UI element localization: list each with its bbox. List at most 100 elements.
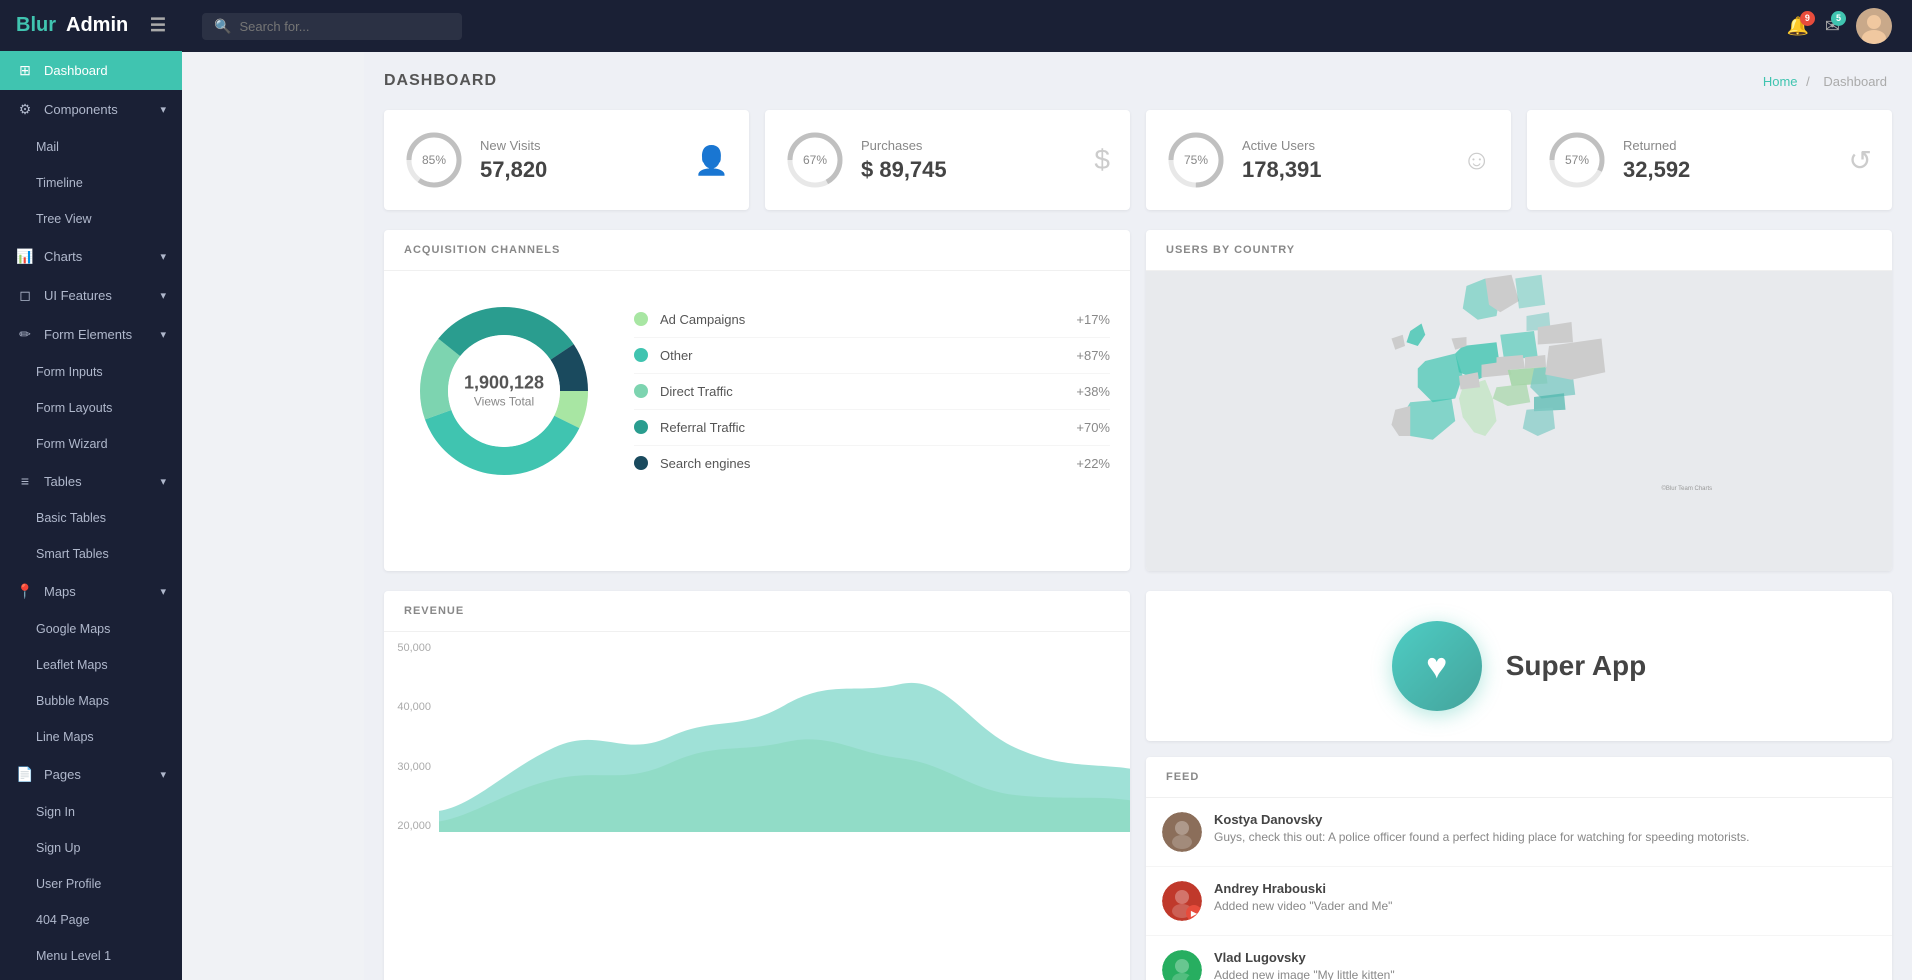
topbar: 🔍 🔔 9 ✉ 5 (182, 0, 1912, 52)
legend-pct: +87% (1076, 348, 1110, 363)
sidebar-item-timeline[interactable]: Timeline (0, 165, 182, 201)
stat-circle-new-visits: 85% (404, 130, 464, 190)
sidebar-item-menu-level-1[interactable]: Menu Level 1 (0, 938, 182, 974)
legend-item: Search engines +22% (634, 446, 1110, 481)
sidebar-item-tables[interactable]: ≡ Tables ▾ (0, 462, 182, 500)
sidebar-item-label: Menu Level 1 (36, 949, 111, 963)
topbar-actions: 🔔 9 ✉ 5 (1786, 8, 1892, 44)
search-box[interactable]: 🔍 (202, 13, 462, 40)
sidebar-item-charts[interactable]: 📊 Charts ▾ (0, 237, 182, 276)
breadcrumb-separator: / (1806, 74, 1810, 89)
breadcrumb-home[interactable]: Home (1763, 74, 1798, 89)
y-label-50k: 50,000 (384, 642, 431, 654)
right-bottom-col: ♥ Super App FEED Kostya Danovsky Guys, c… (1146, 591, 1892, 980)
map-body: ©Blur Team Charts (1146, 271, 1892, 571)
sidebar-item-sign-in[interactable]: Sign In (0, 794, 182, 830)
sidebar-item-components[interactable]: ⚙ Components ▾ (0, 90, 182, 129)
stat-card-active-users: 75% Active Users 178,391 ☺ (1146, 110, 1511, 210)
super-app-icon: ♥ (1392, 621, 1482, 711)
sidebar-item-form-inputs[interactable]: Form Inputs (0, 354, 182, 390)
feed-avatar[interactable]: ▶ (1162, 881, 1202, 921)
sidebar-item-ui-features[interactable]: ◻ UI Features ▾ (0, 276, 182, 315)
chevron-down-icon: ▾ (160, 250, 166, 263)
sidebar-item-label: Dashboard (44, 63, 108, 78)
avatar-image (1856, 8, 1892, 44)
logo-admin: Admin (66, 14, 128, 37)
stat-card-new-visits: 85% New Visits 57,820 👤 (384, 110, 749, 210)
sidebar-item-form-elements[interactable]: ✏ Form Elements ▾ (0, 315, 182, 354)
y-label-30k: 30,000 (384, 761, 431, 773)
super-app-card: ♥ Super App (1146, 591, 1892, 741)
bottom-section: REVENUE 50,000 40,000 30,000 20,000 (384, 591, 1892, 980)
feed-badge: ▶ (1186, 905, 1202, 921)
sidebar-item-user-profile[interactable]: User Profile (0, 866, 182, 902)
sidebar-item-label: Smart Tables (36, 547, 109, 561)
sidebar-item-leaflet-maps[interactable]: Leaflet Maps (0, 647, 182, 683)
feed-avatar[interactable] (1162, 812, 1202, 852)
sidebar-item-google-maps[interactable]: Google Maps (0, 611, 182, 647)
sidebar-item-sign-up[interactable]: Sign Up (0, 830, 182, 866)
stat-icon-purchases: $ (1094, 144, 1110, 176)
stat-value: 57,820 (480, 157, 678, 183)
pages-submenu: Sign In Sign Up User Profile 404 Page Me… (0, 794, 182, 974)
stat-icon-returned: ↺ (1849, 144, 1872, 177)
acquisition-legend: Ad Campaigns +17% Other +87% Direct Traf… (634, 302, 1110, 481)
sidebar-item-pages[interactable]: 📄 Pages ▾ (0, 755, 182, 794)
sidebar-item-form-layouts[interactable]: Form Layouts (0, 390, 182, 426)
sidebar-item-maps[interactable]: 📍 Maps ▾ (0, 572, 182, 611)
notification-button[interactable]: 🔔 9 (1786, 16, 1808, 37)
stat-info-active-users: Active Users 178,391 (1242, 138, 1446, 183)
search-input[interactable] (239, 19, 450, 34)
feed-list: Kostya Danovsky Guys, check this out: A … (1146, 798, 1892, 980)
search-icon: 🔍 (214, 18, 231, 35)
legend-dot (634, 456, 648, 470)
menu-hamburger-icon[interactable]: ☰ (150, 15, 166, 36)
stat-info-returned: Returned 32,592 (1623, 138, 1833, 183)
main-content: DASHBOARD Home / Dashboard 85% New Visit… (364, 52, 1912, 980)
stat-info-purchases: Purchases $ 89,745 (861, 138, 1078, 183)
tables-submenu: Basic Tables Smart Tables (0, 500, 182, 572)
feed-user-name: Vlad Lugovsky (1214, 950, 1395, 965)
sidebar-item-label: Form Layouts (36, 401, 112, 415)
sidebar-logo: BlurAdmin ☰ (0, 0, 182, 51)
ui-features-icon: ◻ (16, 287, 34, 304)
acquisition-card: ACQUISITION CHANNELS (384, 230, 1130, 571)
sidebar-item-label: Mail (36, 140, 59, 154)
stat-circle-active-users: 75% (1166, 130, 1226, 190)
pages-icon: 📄 (16, 766, 34, 783)
sidebar-item-basic-tables[interactable]: Basic Tables (0, 500, 182, 536)
revenue-card: REVENUE 50,000 40,000 30,000 20,000 (384, 591, 1130, 980)
sidebar-item-404-page[interactable]: 404 Page (0, 902, 182, 938)
sidebar-item-label: Form Inputs (36, 365, 103, 379)
messages-button[interactable]: ✉ 5 (1825, 16, 1840, 37)
sidebar-item-label: Sign Up (36, 841, 80, 855)
sidebar-item-dashboard[interactable]: ⊞ Dashboard (0, 51, 182, 90)
stat-pct: 75% (1184, 153, 1208, 167)
sidebar-item-bubble-maps[interactable]: Bubble Maps (0, 683, 182, 719)
chevron-down-icon: ▾ (160, 585, 166, 598)
sidebar-item-line-maps[interactable]: Line Maps (0, 719, 182, 755)
breadcrumb: Home / Dashboard (1763, 74, 1892, 89)
super-app-name: Super App (1506, 650, 1647, 682)
sidebar-item-treeview[interactable]: Tree View (0, 201, 182, 237)
stat-icon-active-users: ☺ (1462, 144, 1491, 176)
sidebar-item-smart-tables[interactable]: Smart Tables (0, 536, 182, 572)
feed-text: Added new image "My little kitten" (1214, 967, 1395, 980)
legend-name: Direct Traffic (660, 384, 1076, 399)
legend-item: Ad Campaigns +17% (634, 302, 1110, 338)
chevron-down-icon: ▾ (160, 289, 166, 302)
legend-name: Other (660, 348, 1076, 363)
form-elements-submenu: Form Inputs Form Layouts Form Wizard (0, 354, 182, 462)
form-elements-icon: ✏ (16, 326, 34, 343)
legend-pct: +22% (1076, 456, 1110, 471)
sidebar-item-form-wizard[interactable]: Form Wizard (0, 426, 182, 462)
stat-card-returned: 57% Returned 32,592 ↺ (1527, 110, 1892, 210)
sidebar-item-label: Pages (44, 767, 81, 782)
sidebar-item-mail[interactable]: Mail (0, 129, 182, 165)
sidebar-item-label: 404 Page (36, 913, 90, 927)
feed-avatar[interactable]: + (1162, 950, 1202, 980)
user-avatar[interactable] (1856, 8, 1892, 44)
sidebar-item-label: Form Elements (44, 327, 132, 342)
feed-content: Andrey Hrabouski Added new video "Vader … (1214, 881, 1392, 921)
charts-icon: 📊 (16, 248, 34, 265)
